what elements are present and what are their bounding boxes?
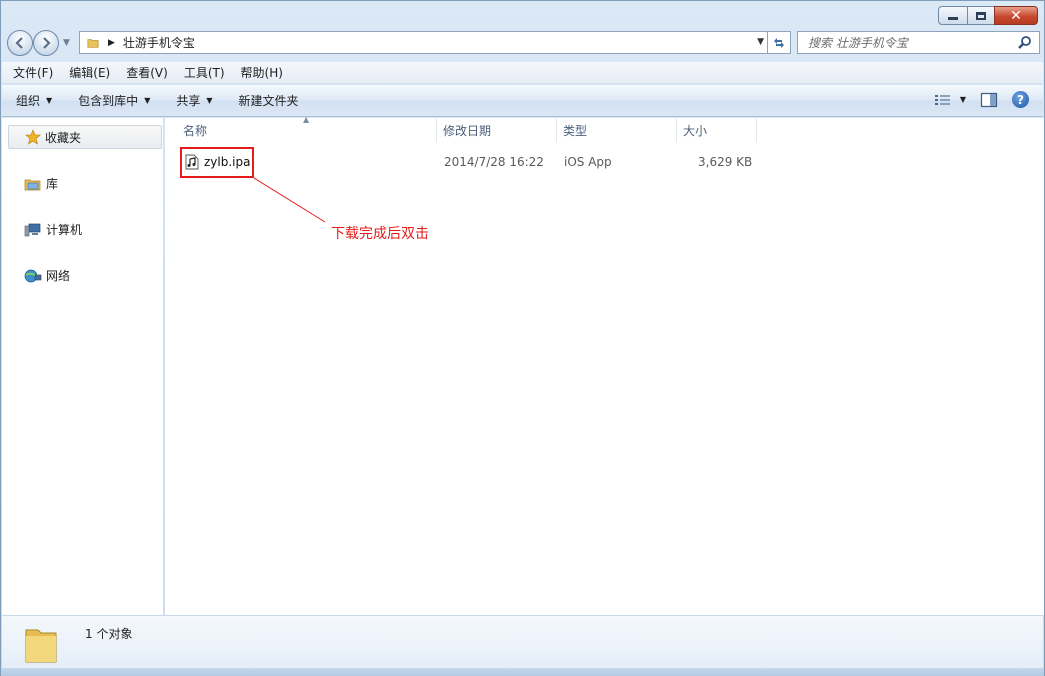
recent-pages-chevron-down-icon[interactable]: ▼ (63, 38, 70, 48)
sidebar-item-favorites[interactable]: 收藏夹 (8, 125, 162, 149)
column-header-label: 大小 (683, 123, 708, 138)
sidebar-item-label: 计算机 (46, 223, 83, 237)
help-icon: ? (1012, 91, 1029, 108)
navigation-row: ▼ ▶ 壮游手机令宝 ▼ 搜索 壮游手机令宝 (7, 29, 1040, 57)
caption-buttons: ✕ (938, 6, 1038, 25)
share-chevron-down-icon: ▼ (206, 96, 213, 105)
menu-view[interactable]: 查看(V) (123, 62, 171, 83)
command-bar: 组织 ▼ 包含到库中 ▼ 共享 ▼ 新建文件夹 ▼ ? (2, 85, 1043, 117)
share-label: 共享 (176, 94, 201, 108)
organize-label: 组织 (16, 94, 41, 108)
menu-edit[interactable]: 编辑(E) (66, 62, 113, 83)
menu-file[interactable]: 文件(F) (10, 62, 56, 83)
menu-tools[interactable]: 工具(T) (181, 62, 228, 83)
file-list: ▲ 名称 修改日期 类型 大小 zylb.ipa 2014/7/28 16:22… (165, 115, 1044, 615)
computer-icon (24, 223, 41, 236)
organize-chevron-down-icon: ▼ (46, 96, 53, 105)
search-input[interactable]: 搜索 壮游手机令宝 (797, 31, 1040, 54)
details-view-icon (934, 94, 950, 105)
network-icon (24, 269, 42, 282)
column-header-type[interactable]: 类型 (557, 118, 677, 142)
column-header-label: 类型 (563, 123, 588, 138)
sidebar-item-computer[interactable]: 计算机 (24, 221, 82, 238)
address-bar[interactable]: ▶ 壮游手机令宝 ▼ (79, 31, 769, 54)
search-icon[interactable] (1017, 35, 1033, 51)
sidebar-item-label: 库 (46, 177, 59, 191)
maximize-button[interactable] (967, 6, 995, 25)
breadcrumb-arrow-icon[interactable]: ▶ (108, 38, 115, 48)
include-in-library-label: 包含到库中 (78, 94, 139, 108)
sidebar-item-label: 收藏夹 (45, 130, 82, 145)
library-icon (24, 179, 41, 190)
breadcrumb-current-folder[interactable]: 壮游手机令宝 (123, 34, 195, 51)
back-arrow-icon (15, 37, 23, 49)
forward-arrow-icon (43, 37, 51, 49)
organize-button[interactable]: 组织 ▼ (16, 92, 52, 109)
include-chevron-down-icon: ▼ (144, 96, 151, 105)
minimize-icon (948, 16, 958, 20)
annotation-pointer-line (253, 177, 326, 223)
item-count: 1 个对象 (85, 627, 133, 641)
sidebar-item-label: 网络 (46, 269, 71, 283)
close-button[interactable]: ✕ (994, 6, 1038, 25)
file-date: 2014/7/28 16:22 (444, 155, 544, 169)
sidebar-item-network[interactable]: 网络 (24, 267, 70, 284)
new-folder-label: 新建文件夹 (238, 94, 299, 108)
share-button[interactable]: 共享 ▼ (176, 92, 212, 109)
preview-pane-button[interactable] (980, 92, 998, 108)
forward-button[interactable] (33, 30, 59, 56)
search-placeholder: 搜索 壮游手机令宝 (808, 36, 908, 50)
maximize-icon (976, 11, 986, 20)
folder-icon (25, 629, 57, 663)
new-folder-button[interactable]: 新建文件夹 (239, 92, 299, 109)
file-type: iOS App (564, 155, 612, 169)
sidebar-item-libraries[interactable]: 库 (24, 175, 58, 192)
preview-pane-icon (980, 92, 998, 107)
explorer-window: ✕ ▼ ▶ 壮游手机令宝 ▼ 搜索 壮游手机令宝 文件(F) 编辑(E) 查看(… (0, 0, 1045, 676)
folder-icon (87, 38, 99, 48)
refresh-button[interactable] (767, 31, 791, 54)
minimize-button[interactable] (938, 6, 968, 25)
column-header-size[interactable]: 大小 (677, 118, 757, 142)
refresh-icon (774, 37, 784, 48)
address-history-chevron-down-icon[interactable]: ▼ (757, 37, 764, 47)
include-in-library-button[interactable]: 包含到库中 ▼ (78, 92, 150, 109)
annotation-text: 下载完成后双击 (331, 226, 429, 242)
column-header-label: 修改日期 (443, 123, 492, 138)
menu-help[interactable]: 帮助(H) (238, 62, 286, 83)
navigation-pane: 收藏夹 库 计算机 网络 (2, 118, 164, 615)
help-button[interactable]: ? (1012, 91, 1029, 108)
command-bar-right: ▼ ? (920, 91, 1029, 108)
back-button[interactable] (7, 30, 33, 56)
window-bottom-border (1, 668, 1044, 676)
star-icon (25, 129, 41, 145)
view-chevron-down-icon[interactable]: ▼ (960, 95, 966, 104)
menu-bar: 文件(F) 编辑(E) 查看(V) 工具(T) 帮助(H) (2, 62, 1043, 84)
details-pane: 1 个对象 (2, 615, 1043, 668)
column-header-date[interactable]: 修改日期 (437, 118, 557, 142)
file-size: 3,629 KB (698, 155, 753, 169)
change-view-button[interactable]: ▼ (934, 93, 966, 107)
close-icon: ✕ (1010, 7, 1022, 24)
